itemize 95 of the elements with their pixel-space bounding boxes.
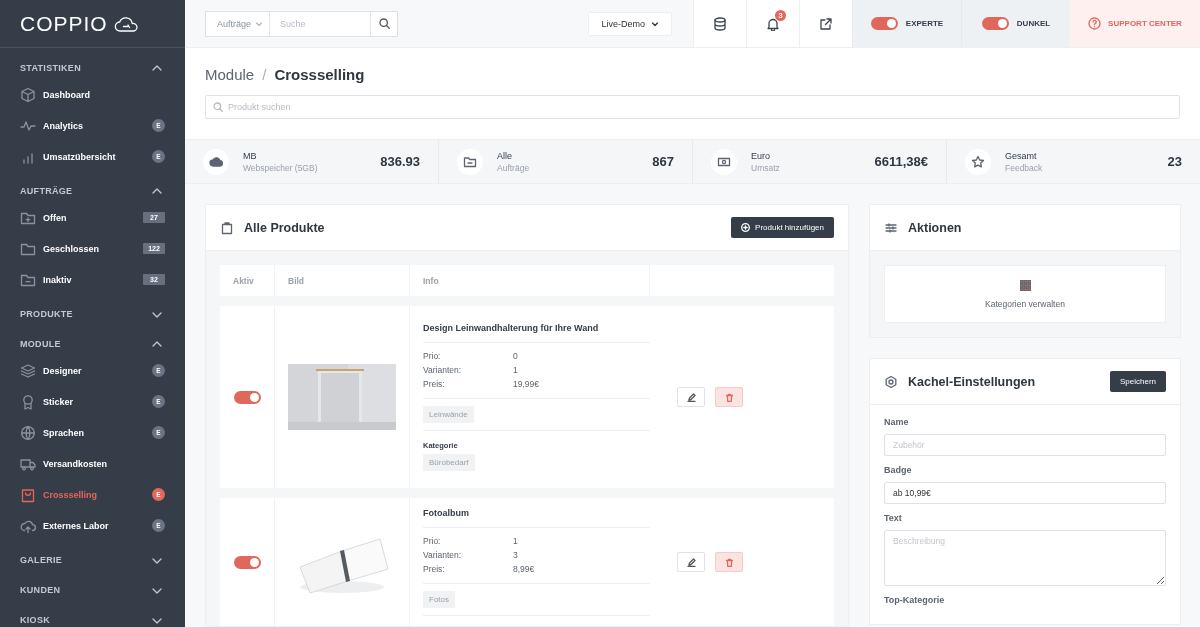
trash-icon (724, 392, 734, 402)
toggle-switch[interactable] (233, 390, 261, 404)
bag-icon (20, 486, 36, 503)
add-product-button[interactable]: Produkt hinzufügen (731, 217, 834, 238)
field-label: Badge (884, 465, 913, 475)
edit-button[interactable] (677, 552, 705, 572)
field-label: Text (884, 513, 903, 523)
field-label: Prio: (423, 536, 442, 546)
column-header: Aktiv (220, 265, 275, 296)
stat-unit: MB (243, 150, 258, 161)
toggle-switch[interactable] (233, 555, 261, 569)
folder-icon (463, 154, 477, 169)
product-name: Fotoalbum (423, 508, 650, 528)
ribbon-icon (20, 393, 36, 410)
breadcrumb-separator: / (262, 66, 267, 83)
category-tag: Bürobedarf (423, 454, 475, 471)
help-circle-icon (1088, 17, 1102, 30)
logo-text: COPPIO (20, 11, 108, 36)
tag: Leinwände (423, 406, 474, 423)
stat-value: 836.93 (380, 154, 420, 169)
field-label: Varianten: (423, 365, 463, 375)
save-button[interactable]: Speichern (1109, 371, 1166, 392)
database-button[interactable] (693, 0, 746, 47)
stat-value: 6611,38€ (874, 154, 928, 169)
section-header[interactable]: MODULE (0, 329, 185, 359)
delete-button[interactable] (715, 552, 743, 572)
toggle-label: DUNKEL (1016, 19, 1051, 28)
field-label: Prio: (423, 351, 442, 361)
field-value: 8,99€ (513, 564, 536, 574)
trash-icon (724, 557, 734, 567)
stat-unit: Gesamt (1005, 150, 1038, 161)
stat-label: Webspeicher (5GB) (243, 162, 319, 173)
field-value: 19,99€ (513, 379, 540, 389)
toggle-switch[interactable] (981, 17, 1009, 30)
database-icon (713, 16, 727, 31)
section-header[interactable]: GALERIE (0, 545, 185, 575)
page-title: Crossselling (274, 66, 365, 83)
cube-icon (20, 86, 36, 103)
input-field[interactable]: ab 10,99€ (884, 482, 1166, 504)
pencil-icon (686, 392, 696, 402)
column-header: Bild (275, 265, 410, 296)
external-link-button[interactable] (799, 0, 852, 47)
field-value: 0 (513, 351, 519, 361)
section-header[interactable]: PRODUKTE (0, 299, 185, 329)
field-value: 3 (513, 550, 519, 560)
chevron-down-icon (651, 19, 659, 28)
toggle-switch[interactable] (870, 17, 898, 30)
bell-icon (766, 16, 780, 31)
search-icon (213, 102, 223, 112)
tag: Fotos (423, 591, 455, 608)
grid-icon (1019, 279, 1031, 291)
search-button[interactable] (370, 10, 399, 37)
column-header: Info (410, 265, 650, 296)
toggle-label: EXPERTE (905, 19, 944, 28)
section-header[interactable]: KIOSK (0, 605, 185, 627)
count-badge: 3 (775, 10, 786, 21)
search-icon (378, 18, 390, 29)
delete-button[interactable] (715, 387, 743, 407)
sidebar-item[interactable]: Versandkosten (0, 448, 185, 479)
globe-icon (20, 424, 36, 441)
stat-unit: Euro (751, 150, 771, 161)
pencil-icon (686, 557, 696, 567)
external-link-icon (819, 16, 833, 31)
breadcrumb-link[interactable]: Module (205, 66, 255, 83)
panel-title: Aktionen (908, 220, 963, 235)
chevron-down-icon (255, 19, 264, 28)
field-label: Name (884, 417, 910, 427)
field-value: 1 (513, 536, 519, 546)
section-header[interactable]: AUFTRÄGE (0, 176, 185, 206)
field-label: Preis: (423, 564, 446, 574)
panel-title: Kachel-Einstellungen (908, 374, 1037, 389)
section-header[interactable]: KUNDEN (0, 575, 185, 605)
stat-value: 23 (1167, 154, 1182, 169)
panel-title: Alle Produkte (244, 220, 326, 235)
field-label: Varianten: (423, 550, 463, 560)
stat-unit: Alle (497, 150, 513, 161)
field-label: Preis: (423, 379, 446, 389)
manage-categories-button[interactable]: Kategorien verwalten (884, 265, 1166, 323)
cloud-logo-icon (113, 14, 140, 33)
stat-value: 867 (652, 154, 674, 169)
bag-icon (220, 220, 234, 235)
demo-dropdown[interactable]: Live-Demo (588, 11, 672, 36)
edit-button[interactable] (677, 387, 705, 407)
cloud-icon (209, 154, 223, 169)
stat-label: Feedback (1005, 162, 1044, 173)
search-field[interactable]: Suche (270, 10, 371, 37)
star-icon (971, 154, 985, 169)
field-value: 1 (513, 365, 519, 375)
plus-circle-icon (741, 223, 751, 232)
product-search-field[interactable]: Produkt suchen (205, 95, 1180, 119)
stat-label: Umsatz (751, 162, 781, 173)
stat-label: Aufträge (497, 162, 531, 173)
layers-icon (20, 362, 36, 379)
product-name: Design Leinwandhalterung für Ihre Wand (423, 323, 650, 343)
field-label: Top-Kategorie (884, 595, 946, 605)
